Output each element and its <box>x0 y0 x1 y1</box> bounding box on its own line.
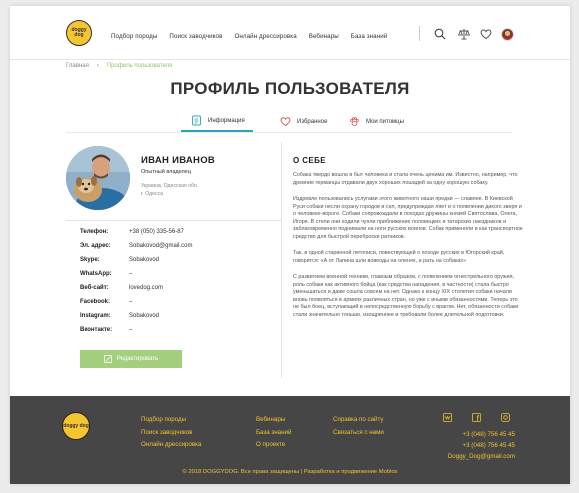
breadcrumb-current: Профиль пользователя <box>106 63 173 69</box>
about-paragraph: Собака твердо вошла в быт человека и ста… <box>293 172 518 186</box>
site-footer: doggy dog Подбор породы Поиск заводчиков… <box>10 396 570 484</box>
footer-link[interactable]: Связаться с нами <box>333 429 384 436</box>
contact-list: Телефон: +38 (050) 335-56-87 Эл. адрес: So… <box>80 229 192 341</box>
footer-link[interactable]: Онлайн дрессировка <box>141 441 201 448</box>
about-heading: О СЕБЕ <box>293 156 327 165</box>
footer-social <box>443 413 510 422</box>
contact-row-email: Эл. адрес: Sobakovod@gmail.com <box>80 243 192 257</box>
contact-value: – <box>129 299 133 305</box>
contact-value: +38 (050) 335-56-87 <box>129 229 184 235</box>
about-text: Собака твердо вошла в быт человека и ста… <box>293 172 525 328</box>
tab-my-pets[interactable]: Мои питомцы <box>349 111 404 132</box>
contact-value[interactable]: Sobakovod@gmail.com <box>129 243 192 257</box>
contact-label: Веб-сайт: <box>80 285 109 291</box>
breadcrumb-home[interactable]: Главная <box>66 63 89 69</box>
site-header: doggy dog Подбор породы Поиск заводчиков… <box>10 6 570 60</box>
user-avatar[interactable] <box>501 28 514 41</box>
about-paragraph: Так, в одной старинной летописи, повеств… <box>293 250 505 264</box>
contact-row-vkontakte: Вконтакте: – <box>80 327 192 341</box>
contact-value: – <box>129 327 133 333</box>
contact-label: Телефон: <box>80 229 109 235</box>
footer-phone-2[interactable]: +3 (048) 756 45 45 <box>463 442 515 449</box>
scales-icon[interactable] <box>458 28 470 40</box>
contact-row-phone: Телефон: +38 (050) 335-56-87 <box>80 229 192 243</box>
footer-links-col1: Подбор породы Поиск заводчиков Онлайн др… <box>141 416 201 448</box>
nav-item-breed[interactable]: Подбор породы <box>111 33 157 40</box>
instagram-icon[interactable] <box>501 413 510 422</box>
contact-label: WhatsApp: <box>80 271 112 277</box>
header-divider <box>419 26 420 41</box>
footer-link[interactable]: О проекте <box>256 441 291 448</box>
main-nav: Подбор породы Поиск заводчиков Онлайн др… <box>111 33 387 40</box>
footer-links-col2: Вебинары База знаний О проекте <box>256 416 291 448</box>
search-icon[interactable] <box>434 28 446 40</box>
footer-email[interactable]: Doggy_Dog@gmail.com <box>448 453 515 460</box>
footer-logo[interactable]: doggy dog <box>62 412 90 440</box>
info-icon <box>192 115 201 126</box>
nav-item-breeders[interactable]: Поиск заводчиков <box>169 33 222 40</box>
breadcrumb-separator: › <box>96 63 99 69</box>
tab-information[interactable]: Информация <box>181 111 253 132</box>
page-title: ПРОФИЛЬ ПОЛЬЗОВАТЕЛЯ <box>170 79 410 98</box>
footer-link[interactable]: Поиск заводчиков <box>141 429 201 436</box>
contact-label: Facebook: <box>80 299 111 305</box>
footer-links-col3: Справка по сайту Связаться с нами <box>333 416 384 436</box>
contact-value: – <box>129 271 133 277</box>
paw-icon <box>350 117 359 126</box>
vk-icon[interactable] <box>443 413 452 422</box>
contact-row-facebook: Facebook: – <box>80 299 192 313</box>
footer-link[interactable]: Вебинары <box>256 416 291 423</box>
user-location: Украина, Одесская обл. г. Одесса <box>141 182 226 198</box>
contact-label: Skype: <box>80 257 100 263</box>
footer-copyright: © 2018 DOGGYDOG. Все права защищены | Ра… <box>182 469 398 475</box>
user-name: ИВАН ИВАНОВ <box>141 155 216 166</box>
contact-label: Эл. адрес: <box>80 243 111 249</box>
tab-information-label: Информация <box>208 117 245 124</box>
tab-my-pets-label: Мои питомцы <box>366 118 404 125</box>
contact-label: Instagram: <box>80 313 111 319</box>
tab-favorites-label: Избранное <box>297 118 328 125</box>
contact-value: Sobakovod <box>129 313 160 319</box>
edit-icon <box>103 355 112 363</box>
user-location-region: Украина, Одесская обл. <box>141 183 199 189</box>
edit-profile-button[interactable]: Редактировать <box>80 350 182 368</box>
nav-item-knowledge[interactable]: База знаний <box>351 33 388 40</box>
tab-favorites[interactable]: Избранное <box>280 111 327 132</box>
breadcrumb: Главная › Профиль пользователя <box>66 63 172 69</box>
heart-icon <box>280 117 291 127</box>
footer-link[interactable]: Справка по сайту <box>333 416 384 423</box>
page-card: doggy dog Подбор породы Поиск заводчиков… <box>10 6 570 484</box>
site-logo[interactable]: doggy dog <box>66 20 92 46</box>
nav-item-training[interactable]: Онлайн дрессировка <box>234 33 296 40</box>
profile-tabs: Информация Избранное Мои питомцы <box>181 111 511 132</box>
footer-link[interactable]: База знаний <box>256 429 291 436</box>
footer-link[interactable]: Подбор породы <box>141 416 201 423</box>
tabs-divider <box>66 132 512 133</box>
contact-value: Sobakovod <box>129 257 160 263</box>
about-paragraph: Издревле пользовались услугами этого жив… <box>293 196 523 240</box>
contact-row-skype: Skype: Sobakovod <box>80 257 192 271</box>
nav-item-webinars[interactable]: Вебинары <box>309 33 339 40</box>
footer-phone-1[interactable]: +3 (048) 756 45 45 <box>463 431 515 438</box>
profile-photo <box>66 146 130 210</box>
column-divider <box>281 142 282 378</box>
facebook-icon[interactable] <box>472 413 481 422</box>
heart-icon[interactable] <box>480 28 492 40</box>
contact-row-whatsapp: WhatsApp: – <box>80 271 192 285</box>
contact-row-instagram: Instagram: Sobakovod <box>80 313 192 327</box>
about-paragraph: С развитием военной техники, главным обр… <box>293 274 519 318</box>
edit-profile-label: Редактировать <box>116 356 159 362</box>
profile-divider <box>66 220 281 221</box>
contact-row-website: Веб-сайт: lovedog.com <box>80 285 192 299</box>
user-status: Опытный владелец <box>141 169 191 175</box>
user-location-city: г. Одесса <box>141 191 164 197</box>
contact-label: Вконтакте: <box>80 327 113 333</box>
contact-value[interactable]: lovedog.com <box>129 285 163 299</box>
